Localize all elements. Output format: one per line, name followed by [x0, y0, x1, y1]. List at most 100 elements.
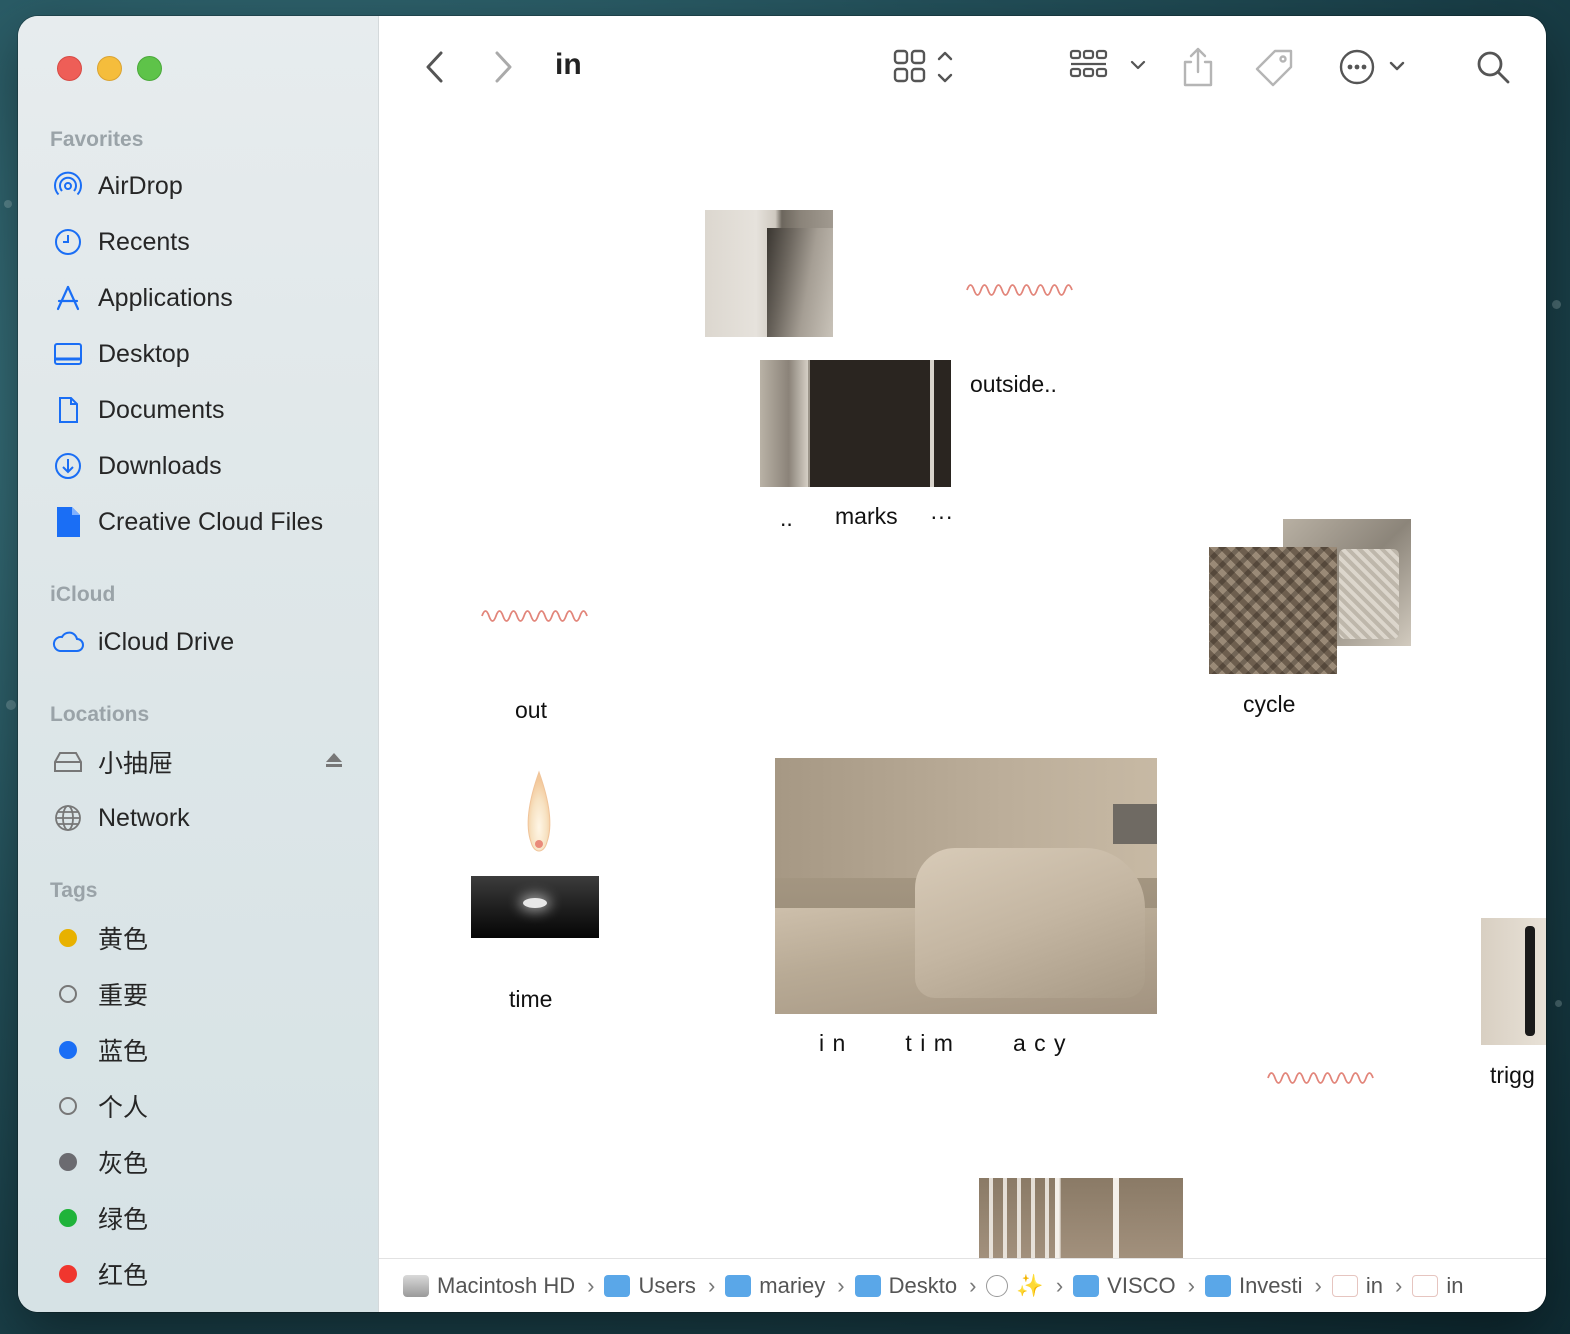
chevron-left-icon — [426, 51, 443, 83]
zoom-button[interactable] — [137, 56, 162, 81]
sidebar-tag-3[interactable]: 个人 — [46, 1084, 366, 1128]
view-mode-button[interactable] — [893, 44, 965, 90]
sidebar-item-label: Recents — [98, 227, 190, 256]
file-label-dots[interactable]: .. — [780, 505, 793, 532]
file-icon-trigger-photo[interactable] — [1481, 918, 1546, 1045]
forward-button[interactable] — [491, 44, 515, 90]
chevron-right-icon — [495, 51, 512, 83]
sidebar-item-network[interactable]: Network — [46, 796, 366, 840]
ellipsis-circle-icon — [1339, 49, 1405, 85]
path-crumb-2[interactable]: mariey — [725, 1273, 825, 1299]
tag-color-dot-icon — [46, 972, 90, 1016]
squiggle-file-icon[interactable] — [1266, 1066, 1376, 1095]
icloud-section-title: iCloud — [50, 583, 116, 606]
eject-icon[interactable] — [324, 750, 344, 775]
folder-icon — [1073, 1274, 1100, 1297]
sidebar-tag-label: 灰色 — [98, 1150, 149, 1178]
tag-button[interactable] — [1255, 44, 1295, 90]
path-crumb-0[interactable]: Macintosh HD — [403, 1273, 575, 1299]
sidebar-item-label: Documents — [98, 395, 225, 424]
icon-view: outside.. .. marks ··· out cycle time i … — [379, 120, 1546, 1258]
sidebar-item-label: Applications — [98, 283, 233, 312]
sidebar-item-documents[interactable]: Documents — [46, 388, 366, 432]
sidebar-item-applications[interactable]: Applications — [46, 276, 366, 320]
squiggle-file-icon[interactable] — [480, 604, 590, 633]
search-icon — [1477, 51, 1510, 84]
back-button[interactable] — [423, 44, 447, 90]
file-icon-bars-photo[interactable] — [979, 1178, 1183, 1258]
squiggle-file-icon[interactable] — [965, 278, 1075, 307]
sidebar-tag-5[interactable]: 绿色 — [46, 1196, 366, 1240]
icon-view-icon — [893, 49, 953, 83]
file-icon-marks-photo[interactable] — [760, 360, 951, 487]
toolbar: in — [379, 16, 1546, 120]
file-label-outside[interactable]: outside.. — [970, 371, 1057, 398]
tag-color-dot-icon — [46, 1084, 90, 1128]
chevron-right-icon: › — [1187, 1272, 1195, 1298]
chevron-right-icon: › — [1055, 1272, 1064, 1298]
chevron-right-icon: › — [1314, 1272, 1322, 1298]
file-label-cycle[interactable]: cycle — [1243, 691, 1295, 718]
path-bar: Macintosh HD › Users › mariey › Deskto › ✨ › VISCO… — [379, 1258, 1546, 1312]
file-label-out[interactable]: out — [515, 697, 547, 724]
path-crumb-5[interactable]: VISCO — [1073, 1272, 1176, 1299]
file-label-trigger[interactable]: trigg — [1490, 1062, 1535, 1089]
sidebar-tag-1[interactable]: 重要 — [46, 972, 366, 1016]
chevron-right-icon: › — [837, 1272, 845, 1298]
sidebar-item-downloads[interactable]: Downloads — [46, 444, 366, 488]
path-crumb-1[interactable]: Users — [604, 1272, 696, 1299]
folder-icon — [1204, 1274, 1231, 1297]
search-button[interactable] — [1475, 44, 1511, 90]
file-label-time[interactable]: time — [509, 986, 552, 1013]
path-crumb-3[interactable]: Deskto — [854, 1272, 958, 1299]
path-crumb-label: Deskto — [888, 1272, 958, 1298]
cloud-icon — [46, 620, 90, 664]
package-icon — [1331, 1274, 1358, 1297]
sidebar-item-icloud-drive[interactable]: iCloud Drive — [46, 620, 366, 664]
share-button[interactable] — [1181, 44, 1215, 90]
tag-color-dot-icon — [46, 1196, 90, 1240]
tag-icon — [1255, 49, 1293, 87]
sidebar-tag-2[interactable]: 蓝色 — [46, 1028, 366, 1072]
group-button[interactable] — [1069, 44, 1151, 90]
path-crumb-4[interactable]: ✨ — [986, 1273, 1044, 1299]
close-button[interactable] — [57, 56, 82, 81]
sidebar-tag-0[interactable]: 黄色 — [46, 916, 366, 960]
sidebar-item-desktop[interactable]: Desktop — [46, 332, 366, 376]
flame-file-icon[interactable] — [519, 770, 559, 860]
desktop-folder-icon — [854, 1274, 881, 1297]
file-icon-cycle-front[interactable] — [1209, 547, 1337, 674]
chevron-right-icon: › — [969, 1272, 977, 1298]
applications-icon — [46, 276, 90, 320]
path-crumb-6[interactable]: Investi — [1204, 1273, 1303, 1299]
sidebar-item-recents[interactable]: Recents — [46, 220, 366, 264]
tag-color-dot-icon — [46, 1252, 90, 1296]
path-crumb-8[interactable]: in — [1412, 1273, 1463, 1299]
sidebar-tag-4[interactable]: 灰色 — [46, 1140, 366, 1184]
file-icon-candle-photo[interactable] — [471, 876, 599, 938]
moon-icon — [986, 1274, 1009, 1297]
file-label-ellipsis[interactable]: ··· — [930, 503, 953, 530]
sidebar-item-label: 小抽屉 — [98, 750, 174, 778]
file-label-intimacy[interactable]: i n t i m a c y — [819, 1030, 1067, 1057]
sidebar-item-creative-cloud-files[interactable]: Creative Cloud Files — [46, 500, 366, 544]
more-actions-button[interactable] — [1339, 44, 1411, 90]
sidebar-tag-6[interactable]: 红色 — [46, 1252, 366, 1296]
path-crumb-label: in — [1365, 1272, 1383, 1298]
document-icon — [46, 388, 90, 432]
home-folder-icon — [725, 1274, 752, 1297]
file-icon-bed-photo[interactable] — [775, 758, 1157, 1014]
path-crumb-7[interactable]: in — [1331, 1272, 1383, 1299]
sidebar-tag-label: 个人 — [98, 1094, 149, 1122]
path-crumb-label: VISCO — [1107, 1272, 1176, 1298]
sidebar-tag-label: 红色 — [98, 1262, 149, 1290]
file-label-marks[interactable]: marks — [835, 503, 898, 530]
chevron-right-icon: › — [587, 1272, 595, 1298]
favorites-section-title: Favorites — [50, 128, 144, 151]
minimize-button[interactable] — [97, 56, 122, 81]
sidebar: Favorites AirDrop Recents Applications D… — [18, 16, 379, 1312]
sidebar-item-drive[interactable]: 小抽屉 — [46, 740, 366, 784]
path-crumb-label: Users — [638, 1272, 696, 1298]
sidebar-item-airdrop[interactable]: AirDrop — [46, 164, 366, 208]
file-icon-door-photo[interactable] — [705, 210, 833, 337]
